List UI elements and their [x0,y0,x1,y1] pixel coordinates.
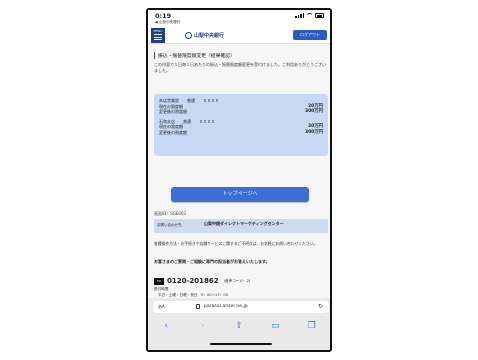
reload-icon[interactable]: ↻ [318,303,323,310]
new-limit-row: 変更後の限度額 300万円 [159,109,323,115]
logout-button[interactable]: ログアウト [293,30,327,40]
limit-change-card: 本店営業部 普通 ＸＸＸＸ 現在の限度額 20万円 変更後の限度額 300万円 石和… [154,94,328,156]
url-field[interactable]: あA parasol.anser.ne.jp ↻ [153,301,329,313]
contact-center-name: 山梨中銀ダイレクトマーケティングセンター [204,221,284,226]
status-icons [295,13,324,18]
page-title: 振込・振替限度額変更（結果確認） [154,52,235,59]
inquiry-text: お客さまのご質問・ご相談に専門の担当者がお答えいたします。 [154,259,270,264]
contact-header: お問い合わせ先 山梨中銀ダイレクトマーケティングセンター [154,219,328,233]
freedial-icon: FD [154,277,164,285]
account-type: 普通 [183,118,191,124]
hamburger-icon [154,34,162,42]
menu-label: MENU [153,29,163,33]
url-text: parasol.anser.ne.jp [204,304,248,309]
bookmarks-icon[interactable]: ▭ [266,321,284,350]
address-bar: あA parasol.anser.ne.jp ↻ [148,298,330,316]
wifi-icon [306,13,313,18]
main-content: 振込・振替限度額変更（結果確認） この内容で１日毎１日あたりの振込・振替限度額変… [148,44,330,298]
menu-button[interactable]: MENU [151,28,165,43]
new-limit-amount: 300万円 [305,129,323,135]
bank-logo: 山梨中央銀行 [185,32,224,39]
status-bar: 0:19 ◀ 山梨中央銀行 [148,10,330,27]
new-limit-row: 変更後の限度額 300万円 [159,130,323,136]
phone-row: FD 0120-201862 (音声コード：2) [154,277,250,285]
new-limit-label: 変更後の限度額 [159,129,187,135]
lock-icon [196,304,200,309]
bank-name: 山梨中央銀行 [194,33,225,39]
account-number: ＸＸＸＸ [199,118,215,124]
chevron-left-icon[interactable]: ‹ [157,321,175,350]
chevron-right-icon[interactable]: › [194,321,212,350]
hours-label: 受付時間 [154,287,169,291]
contact-label: お問い合わせ先 [157,223,182,227]
phone-number-link[interactable]: 0120-201862 [167,277,219,285]
home-indicator [210,343,272,345]
back-to-app-link[interactable]: ◀ 山梨中央銀行 [155,20,180,25]
phone-screen: 0:19 ◀ 山梨中央銀行 MENU 山梨中央銀行 ログアウト 振込・振替限度額… [146,8,332,352]
account-type: 普通 [187,98,195,103]
service-code: (音声コード：2) [223,278,251,283]
status-time: 0:19 [155,12,172,20]
bank-logo-icon [185,32,192,39]
signal-icon [295,13,304,18]
new-limit-amount: 300万円 [305,109,323,115]
share-icon[interactable]: ⇪ [230,321,248,350]
site-header: MENU 山梨中央銀行 ログアウト [148,27,330,44]
tabs-icon[interactable]: ❐ [303,321,321,350]
contact-description: 各種操作方法・お手続きや店舗サービスに関するご不明点は、お気軽にお問い合わせくだ… [154,241,318,246]
browser-toolbar: ‹ › ⇪ ▭ ❐ [148,316,330,350]
reader-options-button[interactable]: あA [158,304,165,310]
battery-icon [315,13,324,18]
account-block: 本店営業部 普通 ＸＸＸＸ 現在の限度額 20万円 変更後の限度額 300万円 [159,98,323,115]
intro-text: この内容で１日毎１日あたりの振込・振替限度額変更を受付けました。ご利用ありがとう… [154,62,326,73]
screen-id: 画面ID：SGE003 [154,211,187,216]
new-limit-label: 変更後の限度額 [159,109,187,115]
top-page-button[interactable]: トップページへ [171,187,309,202]
account-block: 石和支店 普通 ＸＸＸＸ 現在の限度額 20万円 変更後の限度額 300万円 [159,119,323,136]
account-number: ＸＸＸＸ [203,98,219,103]
